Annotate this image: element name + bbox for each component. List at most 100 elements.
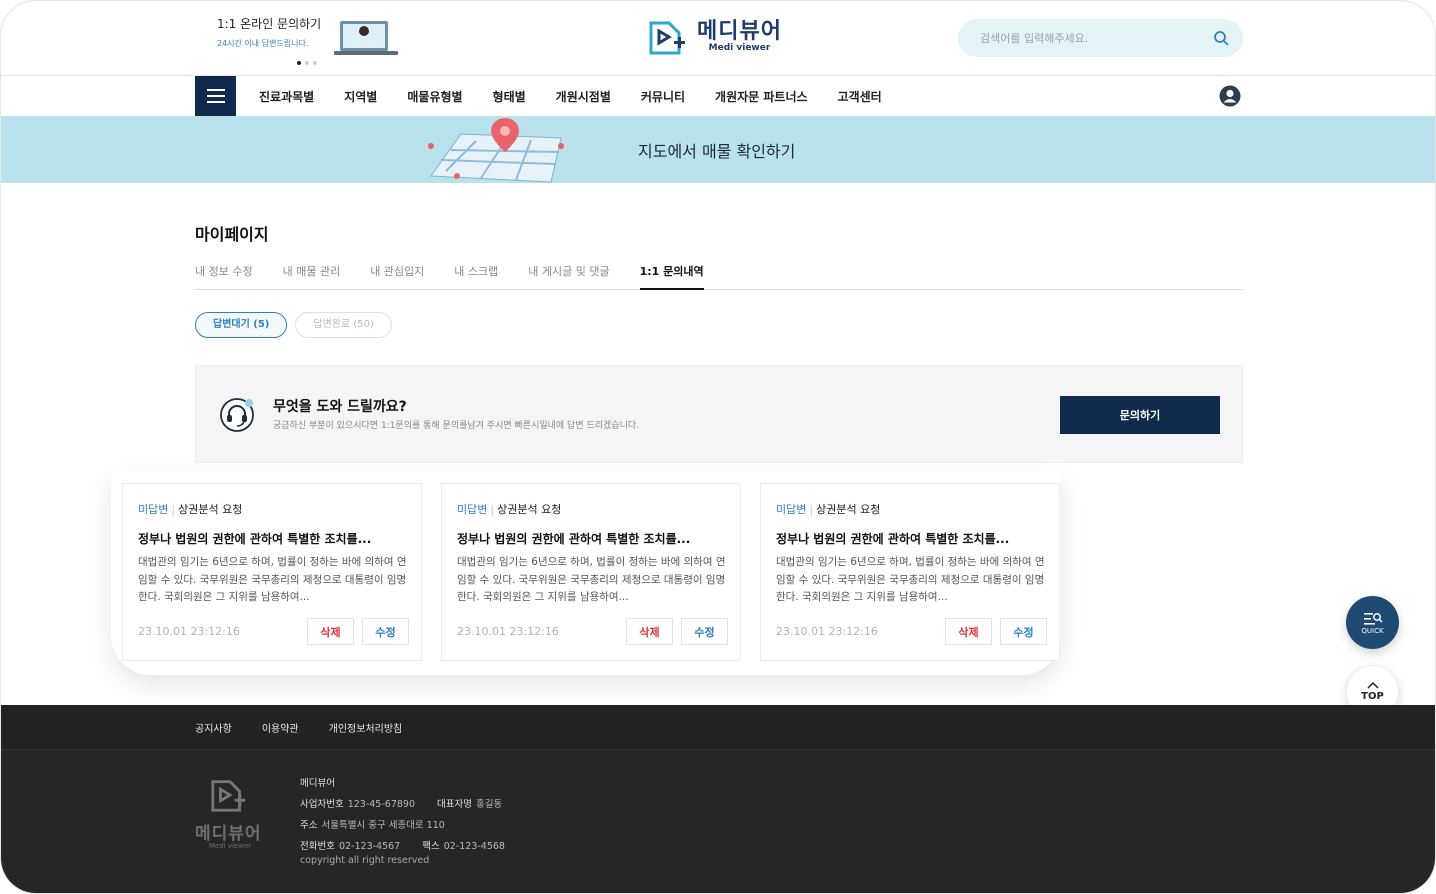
quick-button[interactable]: QUICK: [1346, 596, 1399, 649]
biz-number: 123-45-67890: [347, 799, 416, 810]
chevron-up-icon: [1366, 681, 1379, 689]
search-bar: [958, 19, 1243, 57]
pagination-dot[interactable]: [305, 61, 309, 65]
pagination-dot[interactable]: [313, 61, 317, 65]
inquiry-button[interactable]: 문의하기: [1060, 396, 1220, 434]
filter-pending-button[interactable]: 답변대기 (5): [195, 312, 288, 338]
footer-links-bar: 공지사항 이용약관 개인정보처리방침: [1, 705, 1435, 750]
laptop-illustration-icon: [334, 21, 398, 55]
promo-pagination[interactable]: [297, 61, 317, 65]
inquiry-card[interactable]: 미답변 | 상권분석 요청 정부나 법원의 권한에 관하여 특별한 조치를... 대…: [122, 483, 422, 661]
search-input[interactable]: [980, 31, 1213, 45]
card-date: 23.10.01 23:12:16: [138, 625, 240, 638]
card-tag: 미답변 | 상권분석 요청: [457, 501, 561, 517]
tab-my-listings[interactable]: 내 매물 관리: [283, 263, 341, 290]
company-info: 메디뷰어 사업자번호 123-45-67890 대표자명 홍길동 주소 서울특별시 중구…: [300, 775, 505, 859]
nav-item-form[interactable]: 형태별: [493, 88, 526, 105]
edit-button[interactable]: 수정: [362, 618, 409, 645]
edit-button[interactable]: 수정: [1000, 618, 1047, 645]
top-label: TOP: [1361, 691, 1384, 702]
card-body: 대법관의 임기는 6년으로 하며, 법률이 정하는 바에 의하여 연임할 수 있…: [457, 556, 726, 603]
tag-separator: |: [490, 503, 495, 516]
quick-search-icon: [1363, 612, 1383, 625]
help-description: 궁금하신 부분이 있으시다면 1:1문의를 통해 문의를남겨 주시면 빠른시일내…: [273, 421, 640, 431]
ceo-label: 대표자명: [437, 799, 472, 810]
copyright: copyright all right reserved: [300, 855, 430, 866]
menu-icon: [206, 89, 225, 103]
user-icon[interactable]: [1219, 85, 1241, 107]
promo-subtitle: 24시간 이내 답변드립니다.: [217, 39, 309, 48]
main-nav: 진료과목별 지역별 매물유형별 형태별 개원시점별 커뮤니티 개원자문 파트너스…: [1, 76, 1435, 116]
nav-item-region[interactable]: 지역별: [344, 88, 377, 105]
card-date: 23.10.01 23:12:16: [457, 625, 559, 638]
delete-button[interactable]: 삭제: [626, 618, 673, 645]
tab-scraps[interactable]: 내 스크랩: [454, 263, 498, 290]
company-info-row: 주소 서울특별시 중구 세종대로 110: [300, 817, 505, 831]
card-title: 정부나 법원의 권한에 관하여 특별한 조치를...: [776, 532, 1010, 546]
answer-filter: 답변대기 (5) 답변완료 (50): [195, 312, 392, 338]
card-status: 미답변: [138, 503, 169, 516]
nav-item-opening-time[interactable]: 개원시점별: [556, 88, 611, 105]
help-title: 무엇을 도와 드릴까요?: [273, 399, 407, 415]
nav-item-partners[interactable]: 개원자문 파트너스: [715, 88, 808, 105]
footer-link-terms[interactable]: 이용약관: [262, 720, 299, 735]
nav-item-support[interactable]: 고객센터: [838, 88, 882, 105]
footer-link-notice[interactable]: 공지사항: [195, 720, 232, 735]
card-title: 정부나 법원의 권한에 관하여 특별한 조치를...: [138, 532, 372, 546]
fax-number: 02-123-4568: [443, 841, 505, 852]
delete-button[interactable]: 삭제: [945, 618, 992, 645]
pagination-dot[interactable]: [297, 61, 301, 65]
card-date: 23.10.01 23:12:16: [776, 625, 878, 638]
footer: 공지사항 이용약관 개인정보처리방침 메디뷰어 Medi viewer 메디뷰어…: [1, 705, 1435, 893]
tag-separator: |: [171, 503, 176, 516]
company-info-row: 전화번호 02-123-4567 팩스 02-123-4568: [300, 838, 505, 852]
card-category: 상권분석 요청: [816, 503, 881, 516]
nav-item-community[interactable]: 커뮤니티: [641, 88, 685, 105]
delete-button[interactable]: 삭제: [307, 618, 354, 645]
mypage-tabs: 내 정보 수정 내 매물 관리 내 관심입지 내 스크랩 내 게시글 및 댓글 …: [195, 263, 1243, 290]
footer-link-privacy[interactable]: 개인정보처리방침: [329, 720, 403, 735]
card-tag: 미답변 | 상권분석 요청: [138, 501, 242, 517]
footer-logo-text: 메디뷰어: [195, 824, 262, 844]
tab-interest-locations[interactable]: 내 관심입지: [370, 263, 424, 290]
inquiry-card[interactable]: 미답변 | 상권분석 요청 정부나 법원의 권한에 관하여 특별한 조치를... 대…: [441, 483, 741, 661]
card-status: 미답변: [776, 503, 807, 516]
quick-label: QUICK: [1361, 626, 1384, 635]
nav-item-listing-type[interactable]: 매물유형별: [407, 88, 462, 105]
tab-inquiries[interactable]: 1:1 문의내역: [639, 263, 704, 290]
page-title: 마이페이지: [195, 225, 269, 244]
logo-subtext: Medi viewer: [708, 43, 771, 53]
nav-item-specialty[interactable]: 진료과목별: [259, 88, 314, 105]
edit-button[interactable]: 수정: [681, 618, 728, 645]
promo-banner[interactable]: 1:1 온라인 문의하기 24시간 이내 답변드립니다.: [217, 15, 321, 49]
tab-edit-profile[interactable]: 내 정보 수정: [195, 263, 253, 290]
headset-icon: [220, 398, 254, 432]
inquiry-card[interactable]: 미답변 | 상권분석 요청 정부나 법원의 권한에 관하여 특별한 조치를... 대…: [760, 483, 1060, 661]
company-info-row: 사업자번호 123-45-67890 대표자명 홍길동: [300, 796, 505, 810]
address-label: 주소: [300, 820, 318, 831]
fax-label: 팩스: [422, 841, 440, 852]
biz-label: 사업자번호: [300, 799, 344, 810]
card-category: 상권분석 요청: [497, 503, 562, 516]
site-logo[interactable]: 메디뷰어 Medi viewer: [647, 17, 782, 57]
map-pin-icon: [428, 118, 564, 183]
map-banner[interactable]: 지도에서 매물 확인하기: [1, 116, 1435, 183]
logo-icon: [211, 780, 246, 812]
tel-number: 02-123-4567: [338, 841, 401, 852]
logo-text: 메디뷰어: [697, 19, 782, 44]
card-tag: 미답변 | 상권분석 요청: [776, 501, 880, 517]
banner-text: 지도에서 매물 확인하기: [638, 142, 796, 161]
card-body: 대법관의 임기는 6년으로 하며, 법률이 정하는 바에 의하여 연임할 수 있…: [138, 556, 407, 603]
card-status: 미답변: [457, 503, 488, 516]
company-name: 메디뷰어: [300, 778, 335, 789]
filter-answered-button[interactable]: 답변완료 (50): [295, 312, 392, 338]
card-title: 정부나 법원의 권한에 관하여 특별한 조치를...: [457, 532, 691, 546]
menu-button[interactable]: [195, 76, 236, 116]
ceo-name: 홍길동: [475, 799, 503, 810]
search-icon[interactable]: [1213, 30, 1229, 46]
tel-label: 전화번호: [300, 841, 335, 852]
tab-posts-comments[interactable]: 내 게시글 및 댓글: [528, 263, 609, 290]
card-category: 상권분석 요청: [178, 503, 243, 516]
logo-icon: [649, 21, 685, 55]
nav-items: 진료과목별 지역별 매물유형별 형태별 개원시점별 커뮤니티 개원자문 파트너스…: [259, 76, 882, 116]
